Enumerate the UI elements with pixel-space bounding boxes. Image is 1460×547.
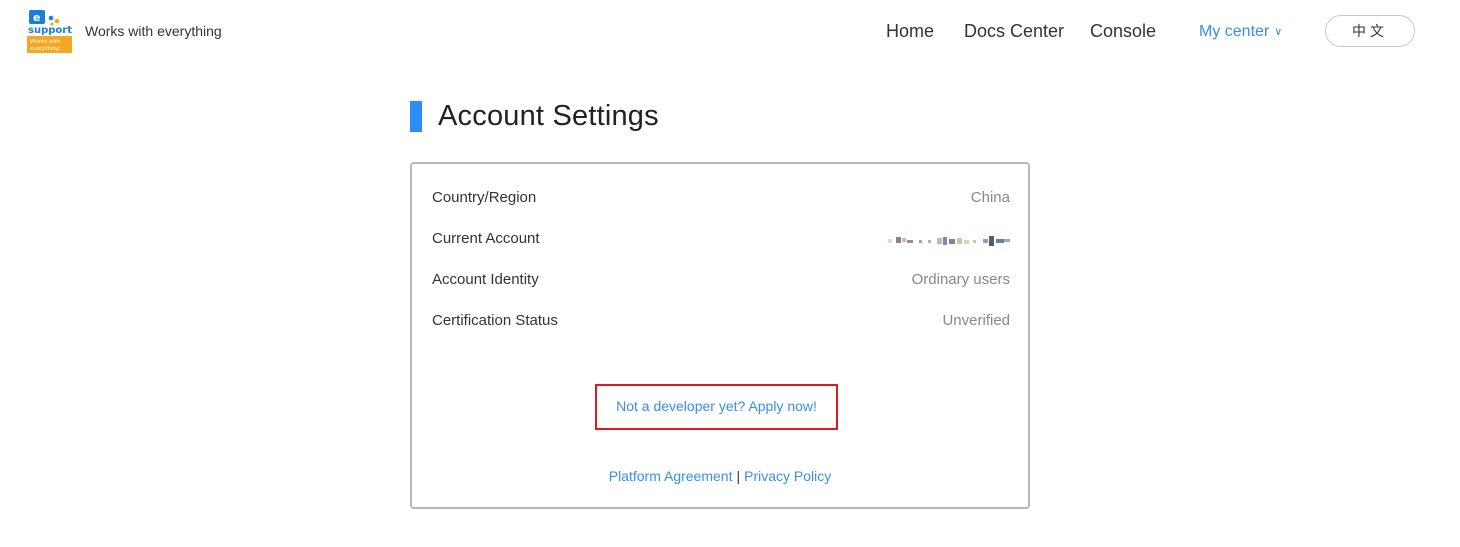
row-label: Country/Region [432, 189, 537, 206]
account-row-certification: Certification Status Unverified [432, 312, 1010, 336]
platform-agreement-link[interactable]: Platform Agreement [609, 468, 733, 484]
row-value: China [970, 189, 1010, 206]
svg-text:e: e [33, 11, 40, 24]
svg-text:everything: everything [30, 46, 60, 52]
footer-links: Platform Agreement | Privacy Policy [412, 468, 1028, 484]
apply-developer-link[interactable]: Not a developer yet? Apply now! [597, 398, 836, 414]
nav-my-center[interactable]: My center ∨ [1199, 23, 1282, 41]
privacy-policy-link[interactable]: Privacy Policy [744, 468, 831, 484]
account-row-country: Country/Region China [432, 189, 1010, 213]
nav-console[interactable]: Console [1090, 21, 1156, 42]
page-title: Account Settings [438, 100, 659, 132]
row-value: Unverified [942, 312, 1010, 329]
row-label: Current Account [432, 230, 540, 247]
nav-docs-center[interactable]: Docs Center [964, 21, 1064, 42]
svg-text:support: support [28, 25, 72, 36]
site-tagline: Works with everything [85, 23, 222, 39]
account-settings-card: Country/Region China Current Account Acc… [410, 162, 1030, 509]
redacted-account-value [888, 236, 1010, 246]
row-label: Account Identity [432, 271, 539, 288]
account-row-identity: Account Identity Ordinary users [432, 271, 1010, 295]
account-row-current-account: Current Account [432, 230, 1010, 254]
nav-my-center-label: My center [1199, 23, 1270, 40]
esupport-logo[interactable]: e support Works with everything [27, 9, 72, 54]
svg-text:Works with: Works with [30, 39, 61, 45]
row-label: Certification Status [432, 312, 558, 329]
chevron-down-icon: ∨ [1274, 26, 1283, 38]
apply-developer-highlight: Not a developer yet? Apply now! [595, 384, 838, 430]
nav-home[interactable]: Home [886, 21, 934, 42]
link-separator: | [736, 468, 741, 484]
language-toggle-button[interactable]: 中文 [1325, 15, 1415, 47]
title-accent-bar [410, 101, 422, 132]
top-navigation-bar: e support Works with everything Works wi… [0, 0, 1460, 64]
row-value: Ordinary users [911, 271, 1010, 288]
